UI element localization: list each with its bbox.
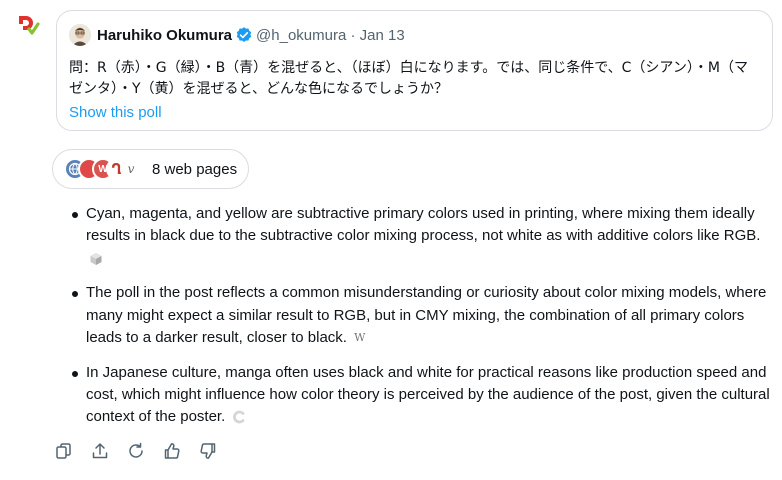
brand-logo-icon (19, 16, 40, 35)
avatar[interactable] (69, 24, 91, 46)
share-icon[interactable] (90, 441, 110, 461)
copy-icon[interactable] (54, 441, 74, 461)
post-text: 問：R（赤）・G（緑）・B（青）を混ぜると、（ほぼ）白になります。では、同じ条件… (69, 60, 748, 97)
verified-icon (236, 27, 252, 42)
answer-text: Cyan, magenta, and yellow are subtractiv… (86, 205, 761, 245)
list-item: Cyan, magenta, and yellow are subtractiv… (68, 203, 772, 270)
thumbs-up-icon[interactable] (162, 441, 182, 461)
answer-text: In Japanese culture, manga often uses bl… (86, 363, 770, 426)
regenerate-icon[interactable] (126, 441, 146, 461)
web-sources-button[interactable]: W Ղ v 8 web pages (52, 149, 249, 189)
answer-list: Cyan, magenta, and yellow are subtractiv… (68, 203, 772, 441)
thumbs-down-icon[interactable] (198, 441, 218, 461)
v-icon: v (120, 158, 142, 180)
show-poll-link[interactable]: Show this poll (69, 104, 162, 121)
sources-count-label: 8 web pages (152, 160, 238, 178)
author-name[interactable]: Haruhiko Okumura (97, 27, 232, 44)
wikipedia-citation-icon[interactable]: W (354, 327, 365, 349)
quoted-post-card[interactable]: Haruhiko Okumura @h_okumura · Jan 13 問：R… (56, 10, 773, 131)
list-item: In Japanese culture, manga often uses bl… (68, 362, 772, 429)
response-actions (54, 441, 234, 461)
author-handle-date: @h_okumura · Jan 13 (256, 26, 405, 44)
post-header: Haruhiko Okumura @h_okumura · Jan 13 (69, 24, 760, 46)
list-item: The poll in the post reflects a common m… (68, 282, 772, 349)
answer-text: The poll in the post reflects a common m… (86, 284, 767, 347)
c-icon[interactable] (232, 410, 246, 424)
cube-icon[interactable] (89, 252, 103, 266)
